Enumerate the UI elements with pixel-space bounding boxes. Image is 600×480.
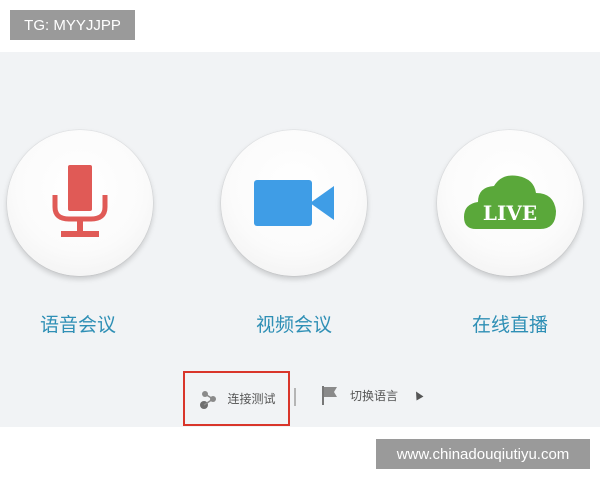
meeting-panel: 语音会议 视频会议 LIVE 在线直播 连接测试 切换语言	[0, 52, 600, 427]
microphone-icon	[52, 165, 108, 237]
video-camera-icon	[254, 180, 334, 226]
dropdown-triangle-icon[interactable]	[412, 389, 424, 401]
live-cloud-text: LIVE	[483, 201, 537, 225]
video-meeting-label[interactable]: 视频会议	[204, 310, 384, 337]
live-broadcast-label[interactable]: 在线直播	[420, 310, 600, 337]
voice-meeting-button[interactable]	[7, 130, 153, 276]
voice-meeting-label[interactable]: 语音会议	[0, 310, 168, 337]
bottom-toolbar: 连接测试 切换语言	[0, 362, 600, 426]
switch-language-label: 切换语言	[350, 388, 399, 403]
top-watermark: TG: MYYJJPP	[10, 10, 135, 40]
video-meeting-button[interactable]	[221, 130, 367, 276]
live-cloud-icon: LIVE	[464, 175, 556, 229]
flag-icon	[322, 386, 337, 405]
connection-test-label: 连接测试	[227, 392, 276, 406]
bottom-watermark: www.chinadouqiutiyu.com	[376, 439, 590, 469]
connection-test-button[interactable]: 连接测试	[183, 371, 290, 426]
switch-language-button[interactable]: 切换语言	[320, 382, 424, 408]
live-broadcast-button[interactable]: LIVE	[437, 130, 583, 276]
connection-icon	[200, 390, 217, 409]
divider	[294, 388, 296, 406]
